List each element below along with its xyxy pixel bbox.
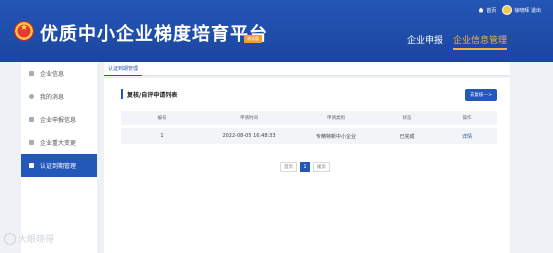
home-link[interactable]: 首页 bbox=[478, 7, 496, 14]
table-header: 编号 申请时间 申请类别 状态 操作 bbox=[121, 111, 497, 125]
col-header-id: 编号 bbox=[157, 116, 167, 121]
detail-link[interactable]: 详情 bbox=[437, 133, 497, 140]
test-badge: 测试版 bbox=[244, 35, 262, 43]
col-header-status: 状态 bbox=[402, 116, 412, 121]
col-header-time: 申请时间 bbox=[240, 116, 258, 121]
pagination: 首页 1 尾页 bbox=[280, 162, 330, 172]
nav-company-info[interactable]: 企业信息管理 bbox=[452, 33, 508, 50]
sidebar: 企业信息 我的消息 企业申报信息 企业重大变更 认证到期管理 bbox=[21, 62, 97, 253]
content-panel: 复核/自评申请列表 去复核---> 编号 申请时间 申请类别 状态 操作 1 2… bbox=[104, 78, 510, 253]
sidebar-item-company-info[interactable]: 企业信息 bbox=[21, 62, 97, 85]
first-page-button[interactable]: 首页 bbox=[280, 162, 297, 172]
sidebar-item-label: 企业信息 bbox=[40, 71, 65, 78]
tab-cert-expiry[interactable]: 认证到期管理 bbox=[104, 62, 143, 76]
top-banner: 首页 徐晓晖 退出 ★ 优质中小企业梯度培育平台 测试版 企业申报 企业信息管理 bbox=[0, 0, 553, 62]
sidebar-item-label: 企业申报信息 bbox=[40, 117, 77, 124]
user-label[interactable]: 徐晓晖 退出 bbox=[514, 7, 541, 14]
home-icon bbox=[478, 7, 484, 13]
sidebar-item-label: 我的消息 bbox=[40, 94, 65, 101]
cell-status: 已完成 bbox=[399, 133, 415, 140]
col-header-category: 申请类别 bbox=[327, 116, 345, 121]
sidebar-item-cert-expiry[interactable]: 认证到期管理 bbox=[21, 154, 97, 177]
sidebar-item-label: 企业重大变更 bbox=[40, 140, 77, 147]
sidebar-item-applications[interactable]: 企业申报信息 bbox=[21, 108, 97, 131]
cell-time: 2022-08-05 16:48:33 bbox=[222, 133, 276, 139]
go-review-button[interactable]: 去复核---> bbox=[464, 89, 497, 101]
watermark-logo-icon bbox=[4, 232, 16, 245]
sidebar-item-label: 认证到期管理 bbox=[40, 163, 77, 170]
building-icon bbox=[29, 71, 34, 76]
tab-bar: 认证到期管理 bbox=[104, 62, 510, 76]
page-title: 优质中小企业梯度培育平台 bbox=[40, 24, 268, 45]
nav-apply[interactable]: 企业申报 bbox=[407, 33, 443, 46]
watermark-text: 大眼晓得 bbox=[18, 235, 55, 245]
star-icon: ★ bbox=[19, 23, 29, 33]
bookmark-icon bbox=[29, 163, 34, 168]
emblem-logo: ★ bbox=[14, 21, 34, 41]
last-page-button[interactable]: 尾页 bbox=[313, 162, 330, 172]
cell-category: 专精特新中小企业 bbox=[315, 133, 356, 140]
user-menu[interactable]: 徐晓晖 退出 bbox=[502, 5, 541, 15]
message-icon bbox=[29, 94, 34, 99]
col-header-action: 操作 bbox=[462, 116, 472, 121]
table-row: 1 2022-08-05 16:48:33 专精特新中小企业 已完成 详情 bbox=[121, 128, 497, 144]
document-icon bbox=[29, 117, 34, 122]
application-table: 编号 申请时间 申请类别 状态 操作 1 2022-08-05 16:48:33… bbox=[121, 111, 497, 144]
sidebar-item-major-changes[interactable]: 企业重大变更 bbox=[21, 131, 97, 154]
list-icon bbox=[29, 140, 34, 145]
section-title: 复核/自评申请列表 bbox=[121, 89, 177, 99]
cell-id: 1 bbox=[160, 133, 164, 139]
home-label: 首页 bbox=[486, 7, 497, 14]
page-number-current[interactable]: 1 bbox=[300, 162, 310, 172]
watermark: 大眼晓得 bbox=[4, 232, 54, 245]
sidebar-item-messages[interactable]: 我的消息 bbox=[21, 85, 97, 108]
top-nav: 企业申报 企业信息管理 bbox=[407, 33, 508, 50]
avatar bbox=[502, 5, 513, 15]
utility-bar: 首页 徐晓晖 退出 bbox=[478, 5, 541, 15]
